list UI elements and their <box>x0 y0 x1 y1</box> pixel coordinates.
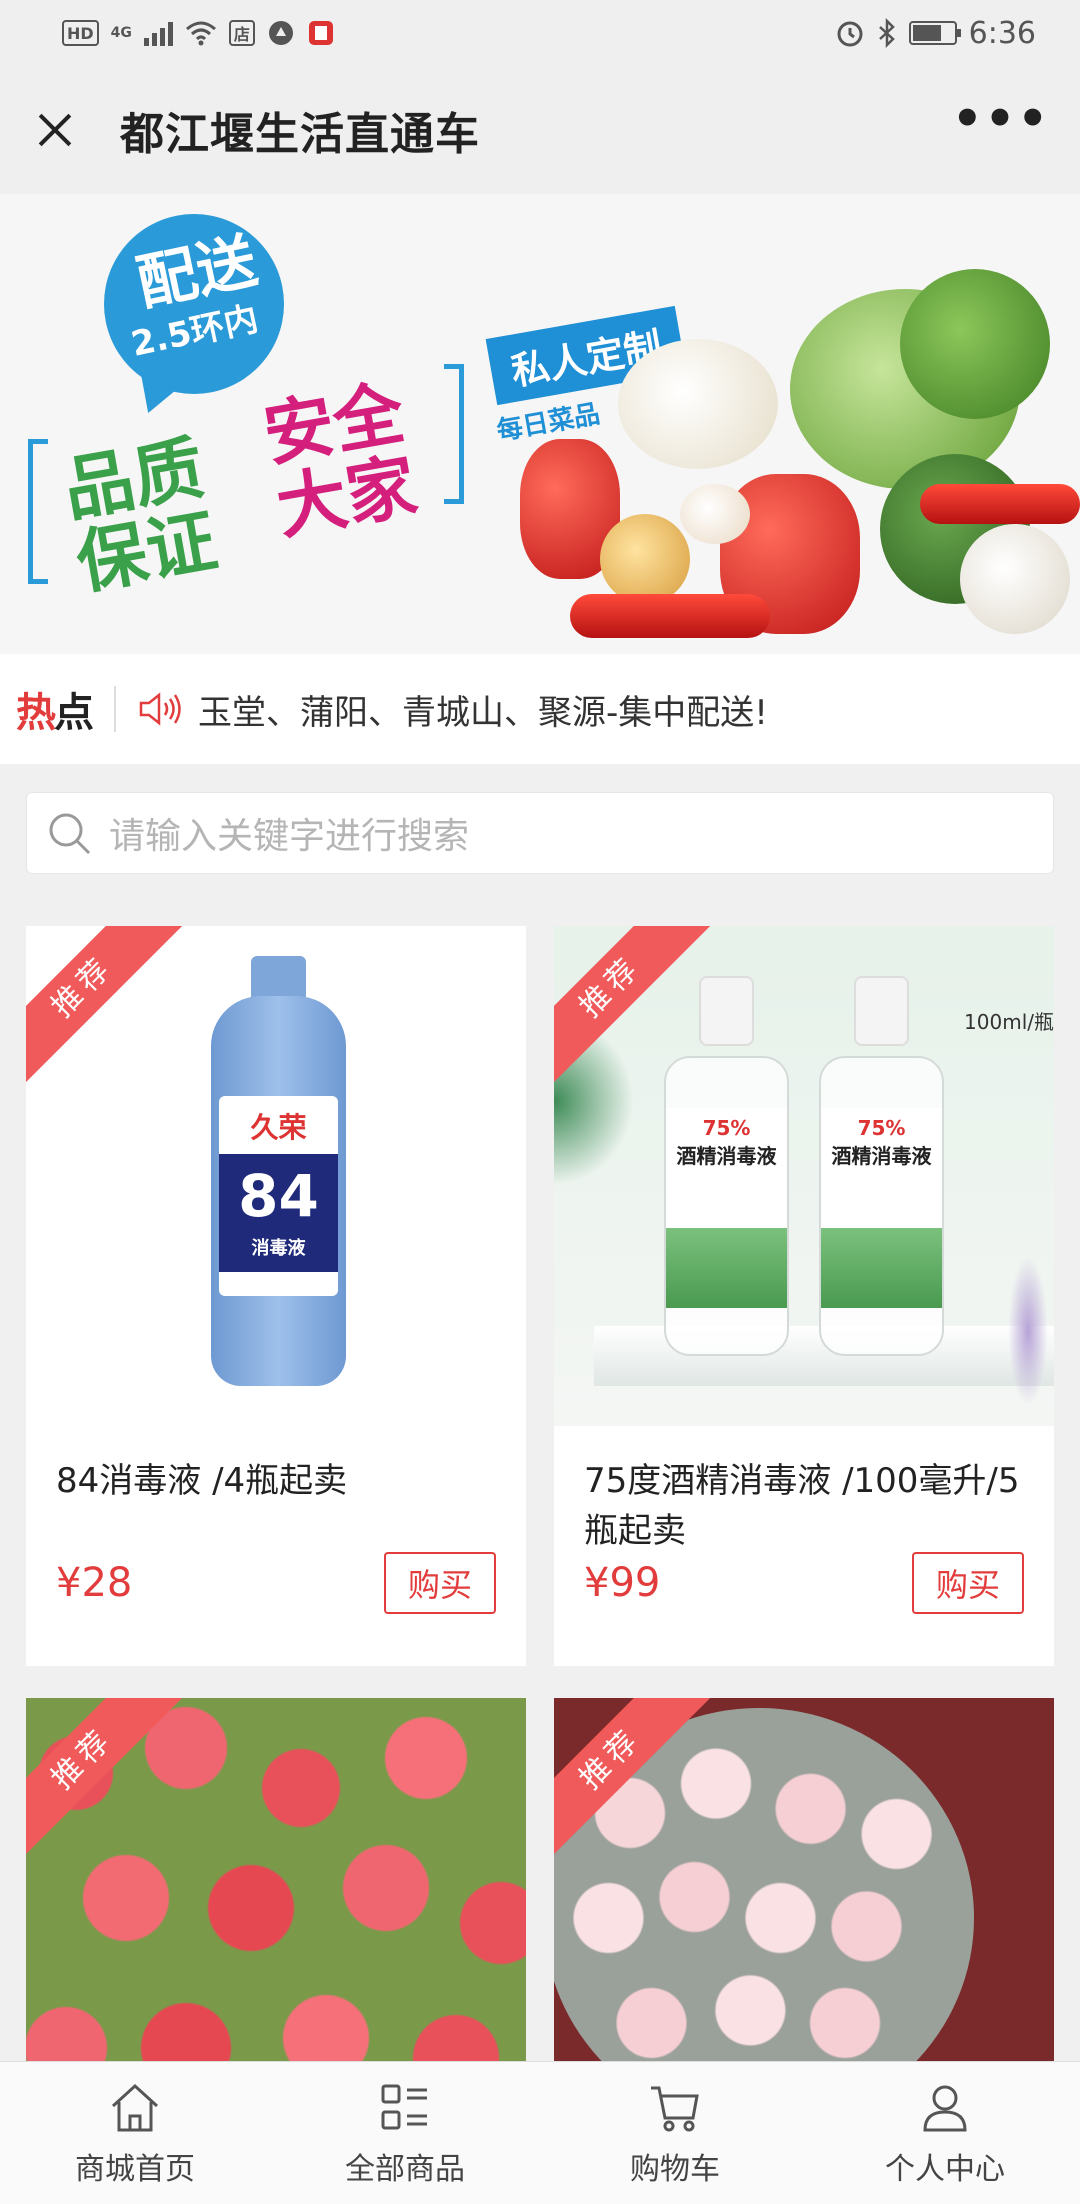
product-footer: ¥28 购买 <box>26 1552 526 1638</box>
bleach-number: 84 <box>238 1162 319 1230</box>
image-caption: 100ml/瓶 <box>964 1010 1054 1034</box>
product-image[interactable]: 推荐 久荣 84 消毒液 <box>26 926 526 1426</box>
tab-cart-label: 购物车 <box>630 2152 720 2187</box>
status-right: 6:36 <box>835 16 1036 51</box>
alcohol-bottle-image: 75% 酒精消毒液 <box>664 976 789 1356</box>
tab-cart[interactable]: 购物车 <box>540 2062 810 2204</box>
alcohol-percent: 75% <box>857 1116 906 1140</box>
battery-icon <box>908 21 961 45</box>
product-price: ¥28 <box>56 1560 133 1606</box>
app-notification-icon <box>268 21 293 45</box>
alcohol-label: 酒精消毒液 <box>676 1144 777 1168</box>
status-left: HD 4G 店 <box>62 19 335 47</box>
alcohol-bottle-image: 75% 酒精消毒液 <box>819 976 944 1356</box>
hot-label: 热点 <box>16 680 94 738</box>
slogan-safety: 安全大家 <box>257 371 423 550</box>
hot-label-red: 热 <box>16 690 56 736</box>
tab-profile[interactable]: 个人中心 <box>810 2062 1080 2204</box>
hot-news-text: 玉堂、蒲阳、青城山、聚源-集中配送! <box>198 692 768 733</box>
bracket-left <box>28 439 48 584</box>
product-image[interactable]: 推荐 <box>554 1698 1054 2098</box>
home-icon <box>111 2083 159 2132</box>
hd-icon: HD <box>62 20 99 46</box>
divider <box>114 686 116 732</box>
product-image[interactable]: 推荐 <box>26 1698 526 2098</box>
product-card[interactable]: 推荐 久荣 84 消毒液 84消毒液 /4瓶起卖 ¥28 购买 <box>26 926 526 1666</box>
hot-news-bar[interactable]: 热点 玉堂、蒲阳、青城山、聚源-集中配送! <box>0 654 1080 764</box>
tab-all-products-label: 全部商品 <box>345 2152 465 2187</box>
bleach-brand: 久荣 <box>250 1111 307 1144</box>
user-icon <box>923 2085 967 2132</box>
tab-home[interactable]: 商城首页 <box>0 2062 270 2204</box>
buy-button[interactable]: 购买 <box>911 1552 1024 1614</box>
wifi-icon <box>185 21 216 46</box>
recommend-ribbon: 推荐 <box>26 1698 205 1881</box>
network-type-icon: 4G <box>110 25 132 41</box>
title-bar: 都江堰生活直通车 ••• <box>0 66 1080 194</box>
signal-icon <box>143 20 173 46</box>
cart-icon <box>651 2086 699 2132</box>
hot-label-dark: 点 <box>54 690 94 736</box>
tab-all-products[interactable]: 全部商品 <box>270 2062 540 2204</box>
bottom-tab-bar: 商城首页 全部商品 购物车 个人中心 <box>0 2061 1080 2204</box>
bluetooth-icon <box>878 18 895 48</box>
slogan-quality: 品质保证 <box>57 426 223 605</box>
page-title: 都江堰生活直通车 <box>120 109 480 160</box>
recommend-ribbon: 推荐 <box>26 926 205 1109</box>
tab-profile-label: 个人中心 <box>885 2152 1005 2187</box>
battery-level <box>912 25 941 41</box>
alarm-icon <box>837 21 863 47</box>
search-icon <box>49 813 91 855</box>
product-card[interactable]: 推荐 <box>26 1698 526 2098</box>
search-placeholder: 请输入关键字进行搜索 <box>109 816 470 857</box>
tab-home-label: 商城首页 <box>75 2152 195 2187</box>
product-price: ¥99 <box>584 1560 661 1606</box>
delivery-bubble: 配送 2.5环内 <box>104 214 284 394</box>
more-options-button[interactable]: ••• <box>952 95 1050 151</box>
status-bar: HD 4G 店 6:36 <box>0 0 1080 66</box>
lavender-decoration <box>1008 1256 1048 1406</box>
list-icon <box>381 2084 427 2130</box>
product-footer: ¥99 购买 <box>554 1552 1054 1638</box>
product-card[interactable]: 推荐 100ml/瓶 75% 酒精消毒液 75% 酒精消毒液 75度酒精消毒液 … <box>554 926 1054 1666</box>
alcohol-label: 酒精消毒液 <box>831 1144 932 1168</box>
store-notification-icon: 店 <box>228 20 255 46</box>
product-name[interactable]: 84消毒液 /4瓶起卖 <box>26 1426 526 1556</box>
search-input[interactable]: 请输入关键字进行搜索 <box>26 792 1054 874</box>
speaker-icon <box>139 692 181 726</box>
bracket-right <box>444 364 464 504</box>
clock-time: 6:36 <box>968 15 1036 51</box>
bleach-label: 消毒液 <box>251 1238 306 1259</box>
promo-banner[interactable]: 配送 2.5环内 品质保证 安全大家 私人定制 每日菜品 <box>0 194 1080 654</box>
buy-button[interactable]: 购买 <box>383 1552 496 1614</box>
alcohol-percent: 75% <box>702 1116 751 1140</box>
close-icon[interactable] <box>30 105 80 155</box>
red-app-notification-icon <box>308 21 333 45</box>
bleach-bottle-image: 久荣 84 消毒液 <box>211 956 346 1386</box>
product-image[interactable]: 推荐 100ml/瓶 75% 酒精消毒液 75% 酒精消毒液 <box>554 926 1054 1426</box>
product-card[interactable]: 推荐 <box>554 1698 1054 2098</box>
product-name[interactable]: 75度酒精消毒液 /100毫升/5瓶起卖 <box>554 1426 1054 1556</box>
